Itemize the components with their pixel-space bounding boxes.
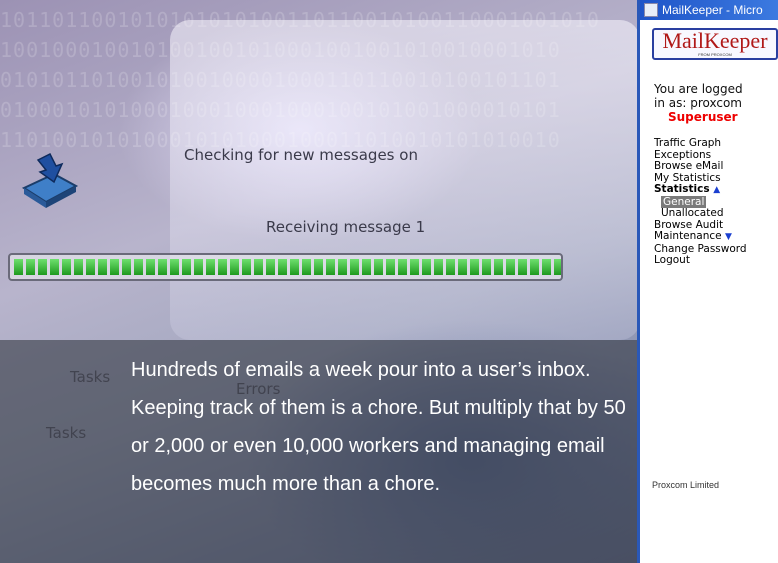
progress-segment [482,259,491,275]
progress-segment [314,259,323,275]
progress-segment [470,259,479,275]
progress-segment [170,259,179,275]
progress-segment [218,259,227,275]
progress-segment [74,259,83,275]
progress-segment [230,259,239,275]
logo-text: MailKeeper [662,28,768,53]
menu-browse-email[interactable]: Browse eMail [654,160,778,173]
menu-maintenance[interactable]: Maintenance ▼ [654,230,778,244]
progress-segment [506,259,515,275]
binary-row: 0100010101000100010001000100101001000010… [0,100,561,120]
menu-logout[interactable]: Logout [654,254,778,267]
progress-segment [386,259,395,275]
menu-general-label: General [661,195,707,208]
login-status: You are logged in as: proxcom Superuser [654,82,778,124]
background-photo: 1011011001010101010100110110010100110001… [0,0,778,563]
progress-segment [542,259,551,275]
progress-segment [362,259,371,275]
caption-line-3: or 2,000 or even 10,000 workers and mana… [131,435,605,457]
progress-segment [302,259,311,275]
progress-segment [422,259,431,275]
window-titlebar[interactable]: MailKeeper - Micro [640,0,778,20]
tasks-tab: Tasks [46,424,87,442]
menu-traffic-graph[interactable]: Traffic Graph [654,137,778,150]
progress-segment [14,259,23,275]
progress-segment [278,259,287,275]
progress-segment [206,259,215,275]
menu-statistics-label: Statistics [654,183,710,195]
nav-menu: Traffic Graph Exceptions Browse eMail My… [654,137,778,267]
progress-segment [254,259,263,275]
window-title: MailKeeper - Micro [662,3,763,17]
binary-row: 1001000100101001001010001001001010010001… [0,40,561,60]
caption-line-2: Keeping track of them is a chore. But mu… [131,397,626,419]
progress-segment [518,259,527,275]
progress-segment [242,259,251,275]
progress-segment [122,259,131,275]
monitor-screen [170,20,640,340]
progress-segment [290,259,299,275]
user-role: Superuser [668,110,738,124]
receive-progress-bar [8,253,563,281]
login-line-1: You are logged [654,82,743,96]
progress-segment [98,259,107,275]
progress-segment [446,259,455,275]
progress-segment [194,259,203,275]
progress-segment [182,259,191,275]
menu-statistics[interactable]: Statistics ▲ [654,183,778,197]
progress-segment [146,259,155,275]
inbox-download-icon [21,152,79,208]
caption-text: Hundreds of emails a week pour into a us… [131,351,771,503]
progress-segment [410,259,419,275]
progress-segment [398,259,407,275]
progress-segment [158,259,167,275]
tasks-label: Tasks [70,368,111,386]
login-line-2: in as: proxcom [654,96,742,110]
expand-down-icon: ▼ [724,232,732,242]
progress-segment [338,259,347,275]
status-receiving: Receiving message 1 [266,218,426,236]
binary-row: 1011011001010101010100110110010100110001… [0,10,600,30]
progress-segment [110,259,119,275]
progress-segment [62,259,71,275]
progress-segment [494,259,503,275]
status-checking: Checking for new messages on [184,146,418,164]
progress-segment [434,259,443,275]
logo-subtitle: FROM PROXCOM [698,52,732,57]
collapse-up-icon: ▲ [713,185,721,195]
progress-segment [374,259,383,275]
app-icon [644,3,658,17]
menu-unallocated[interactable]: Unallocated [654,207,778,220]
caption-line-4: becomes much more than a chore. [131,473,441,495]
menu-maintenance-label: Maintenance [654,230,722,242]
progress-segment [554,259,561,275]
mailkeeper-logo: MailKeeper FROM PROXCOM [652,28,778,60]
progress-segment [134,259,143,275]
progress-segment [530,259,539,275]
binary-row: 0101011010010100100001000110110010100101… [0,70,561,90]
caption-line-1: Hundreds of emails a week pour into a us… [131,359,591,381]
progress-segment [86,259,95,275]
progress-segment [458,259,467,275]
progress-segment [38,259,47,275]
progress-segment [26,259,35,275]
progress-segment [266,259,275,275]
progress-segment [350,259,359,275]
progress-segment [50,259,59,275]
progress-segment [326,259,335,275]
